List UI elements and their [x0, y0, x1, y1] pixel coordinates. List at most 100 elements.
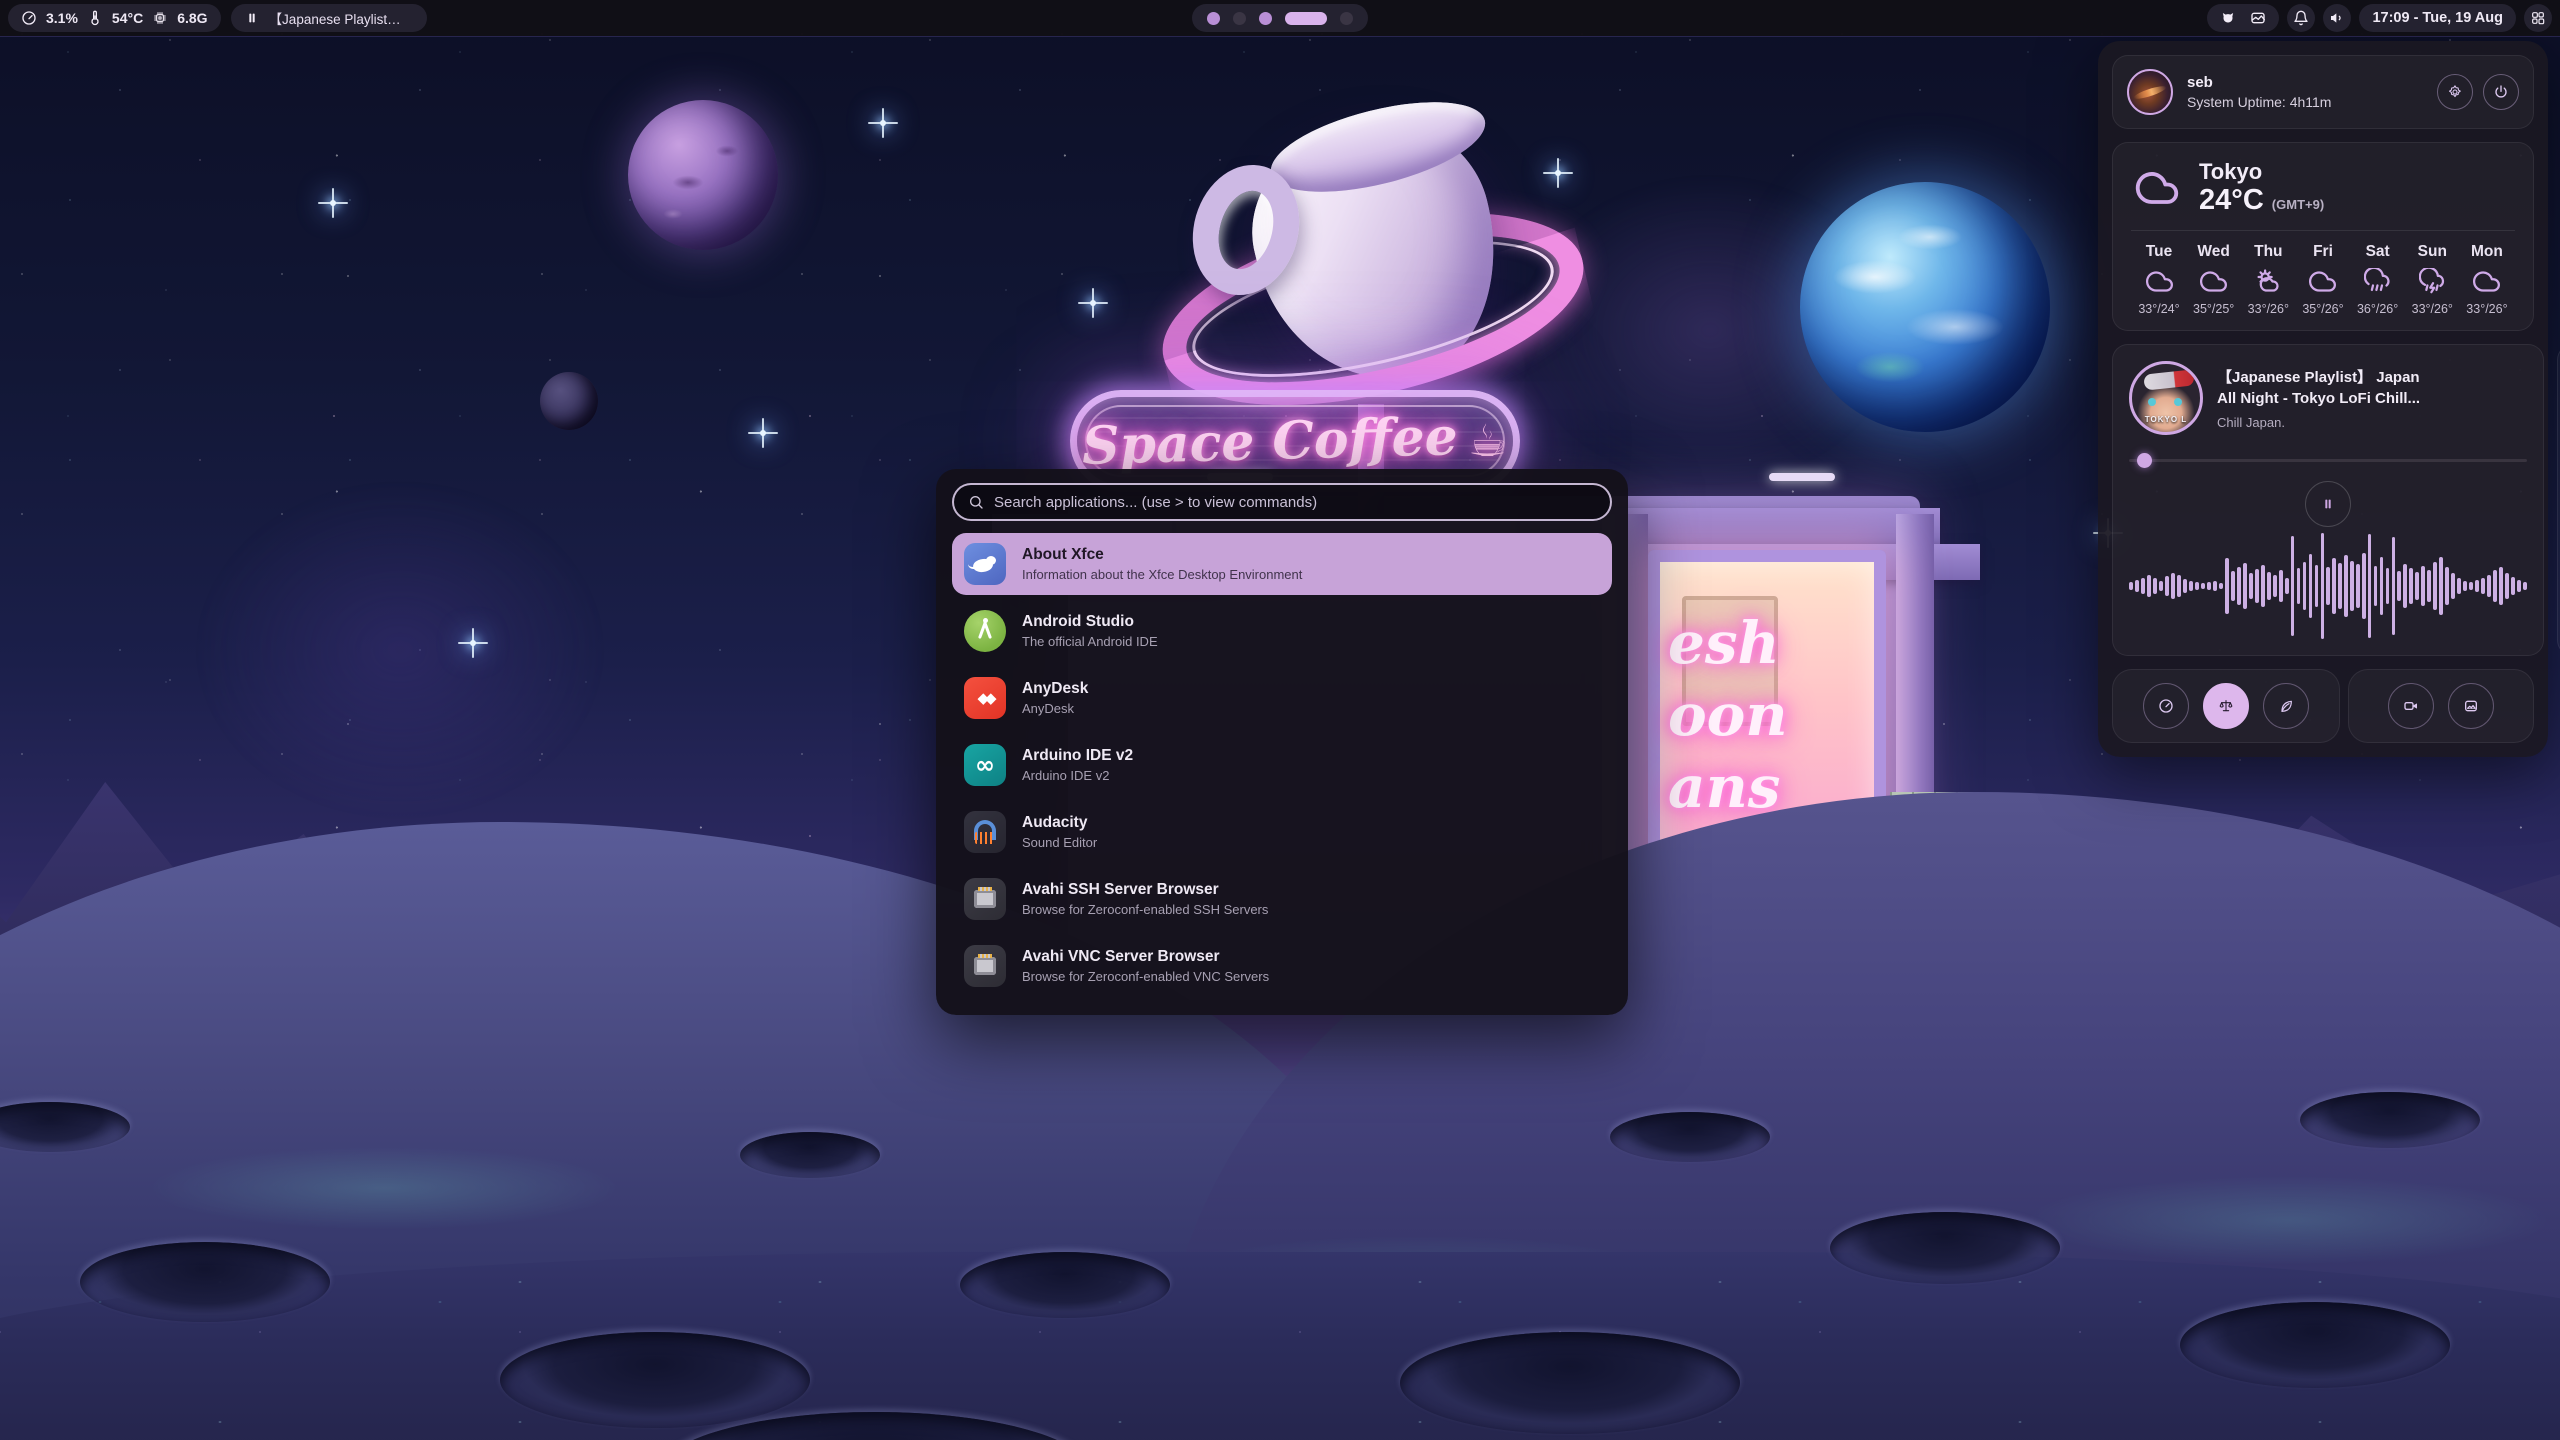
waveform-bar — [2195, 582, 2199, 589]
waveform-bar — [2291, 536, 2294, 637]
forecast-temps: 33°/24° — [2138, 302, 2179, 316]
screenshot-button[interactable] — [2448, 683, 2494, 729]
waveform-bar — [2451, 573, 2455, 598]
power-button[interactable] — [2483, 74, 2519, 110]
leaf-icon — [2278, 698, 2294, 714]
waveform-bar — [2433, 562, 2437, 611]
settings-button[interactable] — [2437, 74, 2473, 110]
waveform-bar — [2511, 577, 2515, 595]
forecast-day-name: Sat — [2366, 243, 2390, 261]
nebula — [120, 420, 680, 880]
power-icon — [2493, 84, 2509, 100]
notifications-button[interactable] — [2287, 4, 2315, 32]
media-title: 【Japanese Playlist】 J... — [269, 8, 414, 28]
play-pause-button[interactable] — [2305, 481, 2351, 527]
waveform-bar — [2457, 578, 2461, 595]
app-list-item[interactable]: Audacity Sound Editor — [952, 801, 1612, 863]
app-icon — [964, 878, 1006, 920]
waveform-bar — [2159, 581, 2163, 592]
clock-text: 17:09 - Tue, 19 Aug — [2372, 10, 2503, 26]
workspace-dot[interactable] — [1285, 12, 1327, 25]
workspace-dot[interactable] — [1207, 12, 1220, 25]
waveform-bar — [2261, 565, 2265, 607]
waveform-bar — [2421, 566, 2425, 606]
waveform-bar — [2505, 573, 2509, 600]
system-stats-pill[interactable]: 3.1% 54°C 6.8G — [8, 4, 221, 32]
workspace-indicator[interactable] — [1192, 4, 1368, 32]
app-description: Browse for Zeroconf-enabled SSH Servers — [1022, 902, 1268, 917]
app-list-item[interactable]: ∞ Arduino IDE v2 Arduino IDE v2 — [952, 734, 1612, 796]
moon-crater — [960, 1252, 1170, 1318]
workspace-dot[interactable] — [1340, 12, 1353, 25]
moon-foreground — [0, 1252, 2560, 1440]
search-icon — [968, 494, 984, 510]
app-list-item[interactable]: About Xfce Information about the Xfce De… — [952, 533, 1612, 595]
forecast-weather-icon — [2146, 268, 2173, 295]
forecast-day: Thu 33°/26° — [2242, 243, 2294, 316]
app-description: Arduino IDE v2 — [1022, 768, 1133, 783]
weekly-forecast: Tue 33°/24° Wed 35°/25° Thu 33°/26° Fri … — [2131, 243, 2515, 316]
app-list-item[interactable]: Avahi SSH Server Browser Browse for Zero… — [952, 868, 1612, 930]
wallpaper-icon[interactable] — [2250, 10, 2266, 26]
forecast-temps: 33°/26° — [2412, 302, 2453, 316]
screenshot-icon — [2463, 698, 2479, 714]
screen-record-button[interactable] — [2388, 683, 2434, 729]
album-art[interactable]: TOKYO L — [2129, 361, 2203, 435]
workspace-indicator-wrap — [1192, 4, 1368, 32]
waveform-bar — [2267, 572, 2271, 600]
waveform-bar — [2427, 570, 2431, 602]
performance-profile-button[interactable] — [2143, 683, 2189, 729]
forecast-weather-icon — [2473, 268, 2500, 295]
pause-icon — [2320, 496, 2336, 512]
media-player-pill[interactable]: 【Japanese Playlist】 J... — [231, 4, 427, 32]
avatar[interactable] — [2127, 69, 2173, 115]
video-camera-icon — [2403, 698, 2419, 714]
weather-temp: 24°C — [2199, 184, 2264, 217]
waveform-bar — [2350, 561, 2354, 612]
volume-button[interactable] — [2323, 4, 2351, 32]
neon-coffee-cup-icon: ☕ — [1468, 416, 1507, 467]
app-description: Information about the Xfce Desktop Envir… — [1022, 567, 1302, 582]
cat-icon[interactable] — [2220, 10, 2236, 26]
search-bar[interactable] — [952, 483, 1612, 521]
cpu-icon — [21, 10, 37, 26]
bell-icon — [2293, 10, 2309, 26]
clock[interactable]: 17:09 - Tue, 19 Aug — [2359, 4, 2516, 32]
app-list-item[interactable]: ◆◆ AnyDesk AnyDesk — [952, 667, 1612, 729]
app-name: AnyDesk — [1022, 680, 1088, 698]
powersaver-profile-button[interactable] — [2263, 683, 2309, 729]
scales-icon — [2218, 698, 2234, 714]
search-input[interactable] — [994, 494, 1596, 511]
workspace-dot[interactable] — [1233, 12, 1246, 25]
forecast-weather-icon — [2364, 268, 2391, 295]
workspace-dot[interactable] — [1259, 12, 1272, 25]
system-uptime: System Uptime: 4h11m — [2187, 94, 2331, 110]
track-title-line1: 【Japanese Playlist】 Japan — [2217, 367, 2420, 388]
widgets-button[interactable] — [2524, 4, 2552, 32]
waveform-bar — [2344, 555, 2348, 616]
app-list-item[interactable]: Android Studio The official Android IDE — [952, 600, 1612, 662]
forecast-temps: 36°/26° — [2357, 302, 2398, 316]
temperature-icon — [87, 10, 103, 26]
seek-bar[interactable] — [2129, 453, 2527, 467]
balanced-profile-button[interactable] — [2203, 683, 2249, 729]
forecast-day: Fri 35°/26° — [2297, 243, 2349, 316]
seek-knob[interactable] — [2137, 453, 2152, 468]
waveform-bar — [2165, 576, 2169, 595]
waveform-bar — [2285, 578, 2289, 595]
tray-pill[interactable] — [2207, 4, 2279, 32]
memory-usage: 6.8G — [177, 10, 207, 26]
purple-planet — [628, 100, 778, 250]
waveform-bar — [2392, 537, 2395, 635]
moon-crater — [740, 1132, 880, 1178]
waveform-bar — [2237, 567, 2241, 605]
app-description: AnyDesk — [1022, 701, 1088, 716]
waveform-bar — [2279, 570, 2283, 602]
track-title-line2: All Night - Tokyo LoFi Chill... — [2217, 388, 2420, 409]
cpu-usage: 3.1% — [46, 10, 78, 26]
forecast-weather-icon — [2419, 268, 2446, 295]
sign-text: Space Coffee — [1082, 406, 1459, 477]
app-list-item[interactable]: Avahi VNC Server Browser Browse for Zero… — [952, 935, 1612, 997]
waveform-bar — [2481, 578, 2485, 594]
topbar-left: 3.1% 54°C 6.8G 【Japanese Playlist】 J... — [8, 4, 427, 32]
